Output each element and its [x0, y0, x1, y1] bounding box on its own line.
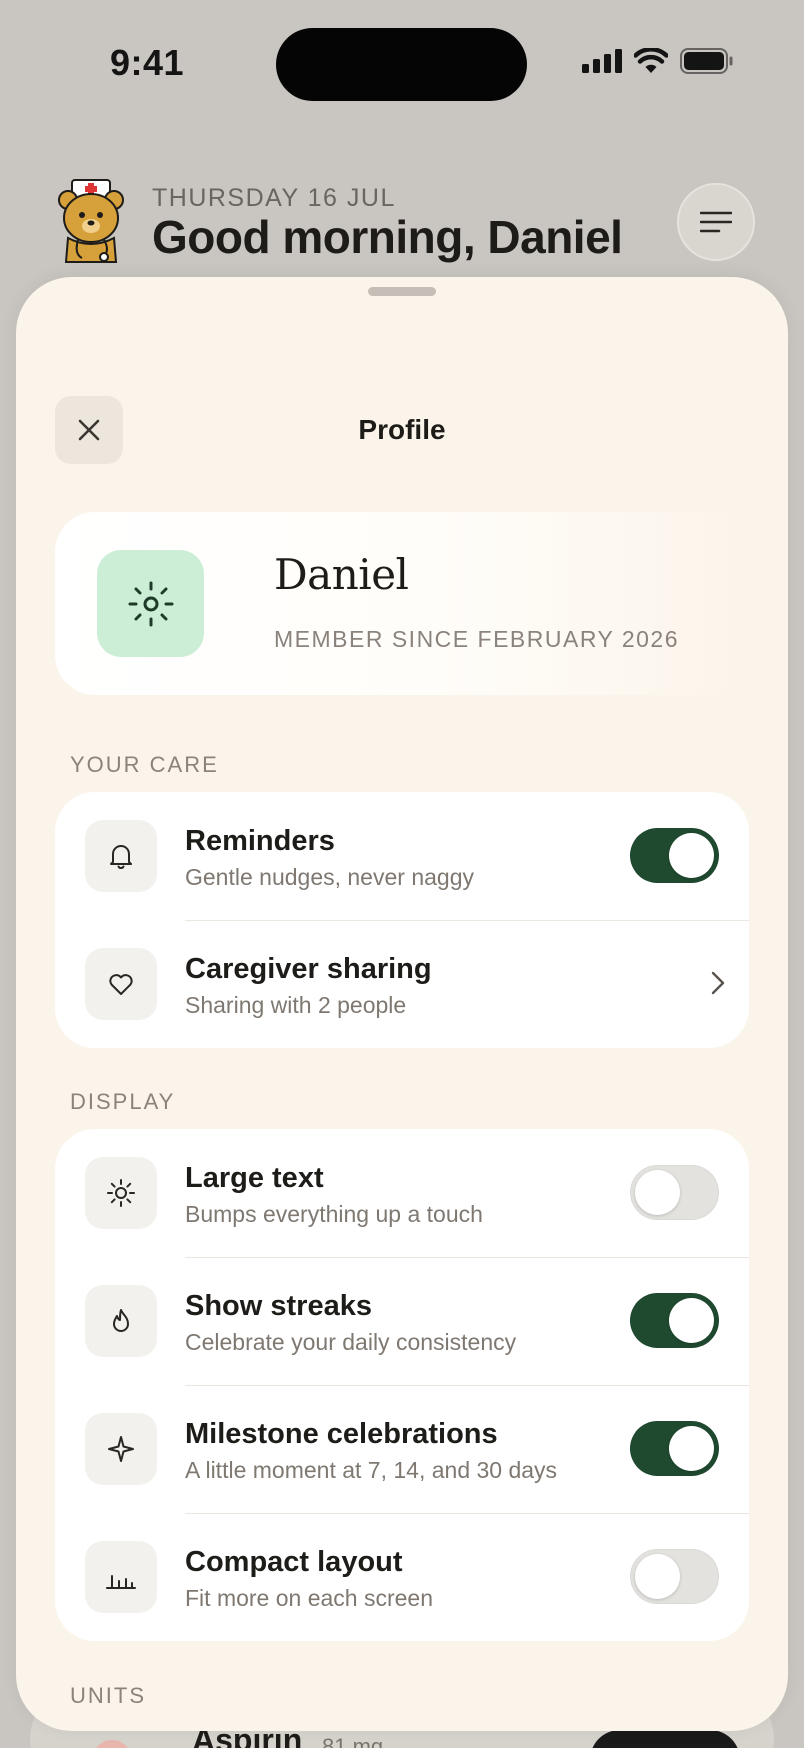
row-title: Show streaks — [185, 1290, 372, 1322]
section-label-display: DISPLAY — [70, 1089, 176, 1114]
toggle-knob — [669, 1298, 714, 1343]
section-label-your-care: YOUR CARE — [70, 752, 219, 777]
bar-chart-icon — [106, 1575, 136, 1589]
toggle-knob — [635, 1170, 680, 1215]
menu-button[interactable] — [677, 183, 755, 261]
member-since: MEMBER SINCE FEBRUARY 2026 — [274, 626, 679, 652]
milestone-celebrations-toggle[interactable] — [630, 1421, 719, 1476]
row-title: Caregiver sharing — [185, 953, 432, 985]
large-text-toggle[interactable] — [630, 1165, 719, 1220]
compact-layout-toggle[interactable] — [630, 1549, 719, 1604]
your-care-card: Reminders Gentle nudges, never naggy Car… — [55, 792, 749, 1048]
toggle-knob — [669, 833, 714, 878]
row-subtitle: Fit more on each screen — [185, 1585, 434, 1611]
row-title: Large text — [185, 1162, 324, 1194]
heart-icon — [109, 974, 133, 995]
sparkle-icon — [108, 1436, 134, 1462]
cellular-signal-icon — [582, 49, 622, 73]
sheet-title: Profile — [358, 414, 446, 445]
wifi-icon — [634, 48, 668, 73]
profile-name: Daniel — [274, 550, 409, 599]
settings-row-show-streaks[interactable]: Show streaks Celebrate your daily consis… — [55, 1257, 749, 1385]
bell-icon — [110, 845, 132, 869]
row-subtitle: Bumps everything up a touch — [185, 1201, 483, 1227]
toggle-knob — [635, 1554, 680, 1599]
battery-icon — [680, 48, 733, 74]
settings-row-caregiver-sharing[interactable]: Caregiver sharing Sharing with 2 people — [55, 920, 749, 1048]
status-icons — [582, 48, 734, 74]
row-subtitle: Celebrate your daily consistency — [185, 1329, 517, 1355]
display-card: Large text Bumps everything up a touch S… — [55, 1129, 749, 1641]
sun-icon — [128, 581, 173, 626]
show-streaks-toggle[interactable] — [630, 1293, 719, 1348]
chevron-right-icon — [711, 971, 725, 995]
header-date: THURSDAY 16 JUL — [152, 184, 396, 212]
menu-icon — [700, 211, 732, 233]
dynamic-island — [276, 28, 527, 101]
row-title: Milestone celebrations — [185, 1418, 498, 1450]
sun-icon — [107, 1179, 135, 1207]
settings-row-large-text[interactable]: Large text Bumps everything up a touch — [55, 1129, 749, 1257]
settings-row-reminders[interactable]: Reminders Gentle nudges, never naggy — [55, 792, 749, 920]
toggle-knob — [669, 1426, 714, 1471]
settings-row-milestone-celebrations[interactable]: Milestone celebrations A little moment a… — [55, 1385, 749, 1513]
bear-nurse-mascot-icon — [58, 179, 124, 263]
sheet-grabber[interactable] — [368, 287, 436, 296]
reminders-toggle[interactable] — [630, 828, 719, 883]
row-subtitle: A little moment at 7, 14, and 30 days — [185, 1457, 558, 1483]
status-time: 9:41 — [110, 42, 185, 83]
flame-icon — [113, 1309, 129, 1332]
row-title: Compact layout — [185, 1546, 403, 1578]
avatar — [97, 550, 204, 657]
settings-row-compact-layout[interactable]: Compact layout Fit more on each screen — [55, 1513, 749, 1641]
row-subtitle: Gentle nudges, never naggy — [185, 864, 474, 890]
header-greeting: Good morning, Daniel — [152, 211, 623, 263]
background-medication-dose: 81 mg — [322, 1734, 384, 1748]
row-subtitle: Sharing with 2 people — [185, 992, 407, 1018]
background-action-button — [590, 1730, 740, 1748]
profile-sheet: Profile Daniel MEMBER SINCE FEBRUARY 202… — [16, 277, 788, 1731]
section-label-units: UNITS — [70, 1683, 146, 1708]
row-title: Reminders — [185, 825, 335, 857]
profile-card: Daniel MEMBER SINCE FEBRUARY 2026 — [55, 512, 749, 695]
